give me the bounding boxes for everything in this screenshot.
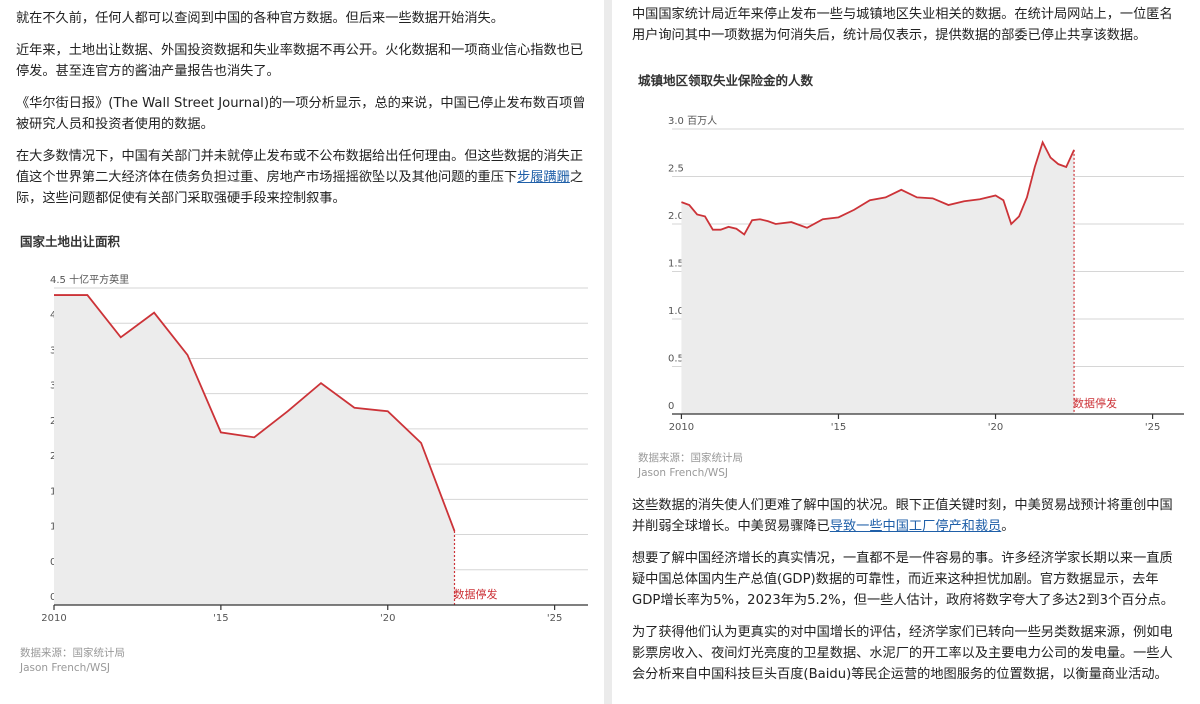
paragraph-text: 在大多数情况下，中国有关部门并未就停止发布或不公布数据给出任何理由。但这些数据的…	[16, 149, 584, 185]
article-link[interactable]: 导致一些中国工厂停产和裁员	[830, 519, 1001, 534]
stop-marker-label: 数据停发	[454, 587, 498, 601]
left-article-column: 就在不久前，任何人都可以查阅到中国的各种官方数据。但后来一些数据开始消失。 近年…	[0, 0, 602, 704]
x-tick-label: '15	[831, 422, 846, 433]
chart-title: 国家土地出让面积	[20, 234, 121, 249]
chart-source: 数据来源：国家统计局	[20, 647, 125, 659]
series-area	[681, 142, 1075, 415]
x-tick-label: 2010	[41, 613, 66, 624]
paragraph: 为了获得他们认为更真实的对中国增长的评估，经济学家们已转向一些另类数据来源，例如…	[632, 625, 1173, 682]
paragraph: 就在不久前，任何人都可以查阅到中国的各种官方数据。但后来一些数据开始消失。	[16, 11, 504, 26]
x-tick-label: 2010	[669, 422, 694, 433]
paragraph: 中国国家统计局近年来停止发布一些与城镇地区失业相关的数据。在统计局网站上，一位匿…	[632, 7, 1173, 43]
paragraph: 在大多数情况下，中国有关部门并未就停止发布或不公布数据给出任何理由。但这些数据的…	[16, 146, 586, 209]
y-tick-label: 4.5 十亿平方英里	[50, 273, 129, 286]
paragraph: 近年来，土地出让数据、外国投资数据和失业率数据不再公开。火化数据和一项商业信心指…	[16, 43, 584, 79]
paragraph: 《华尔街日报》(The Wall Street Journal)的一项分析显示，…	[16, 96, 586, 132]
chart-credit: Jason French/WSJ	[638, 467, 729, 479]
y-tick-label: 2.5	[668, 164, 684, 175]
x-tick-label: '20	[988, 422, 1003, 433]
paragraph: 想要了解中国经济增长的真实情况，一直都不是一件容易的事。许多经济学家长期以来一直…	[632, 551, 1174, 608]
land-sales-chart-svg: 00.51.01.52.02.53.03.54.04.5 十亿平方英里数据停发2…	[41, 273, 588, 624]
stop-marker-label: 数据停发	[1073, 396, 1117, 410]
y-tick-label: 0	[668, 401, 674, 412]
chart-title: 城镇地区领取失业保险金的人数	[638, 73, 814, 88]
article-link[interactable]: 步履蹒跚	[517, 170, 570, 185]
chart-source: 数据来源：国家统计局	[638, 452, 743, 464]
x-tick-label: '20	[380, 613, 395, 624]
unemployment-insurance-chart: 城镇地区领取失业保险金的人数 0 0.5 1.0 1.5 2.0 2.5 3.0 百万人 数据…	[632, 70, 1184, 481]
right-article-column: 中国国家统计局近年来停止发布一些与城镇地区失业相关的数据。在统计局网站上，一位匿…	[614, 0, 1200, 704]
series-area	[54, 295, 455, 605]
land-sales-chart: 国家土地出让面积 00.51.01.52.02.53.03.54.04.5 十亿…	[16, 231, 588, 676]
paragraph: 这些数据的消失使人们更难了解中国的状况。眼下正值关键时刻，中美贸易战预计将重创中…	[632, 495, 1184, 537]
x-tick-label: '25	[547, 613, 562, 624]
x-tick-label: '15	[213, 613, 228, 624]
column-divider	[604, 0, 612, 704]
y-tick-label: 3.0 百万人	[668, 115, 717, 127]
chart-credit: Jason French/WSJ	[20, 662, 111, 674]
x-tick-label: '25	[1145, 422, 1160, 433]
unemployment-insurance-chart-svg: 00.51.01.52.02.53.0 百万人数据停发2010'15'20'25	[668, 115, 1184, 433]
paragraph-text: 。	[1001, 519, 1015, 534]
